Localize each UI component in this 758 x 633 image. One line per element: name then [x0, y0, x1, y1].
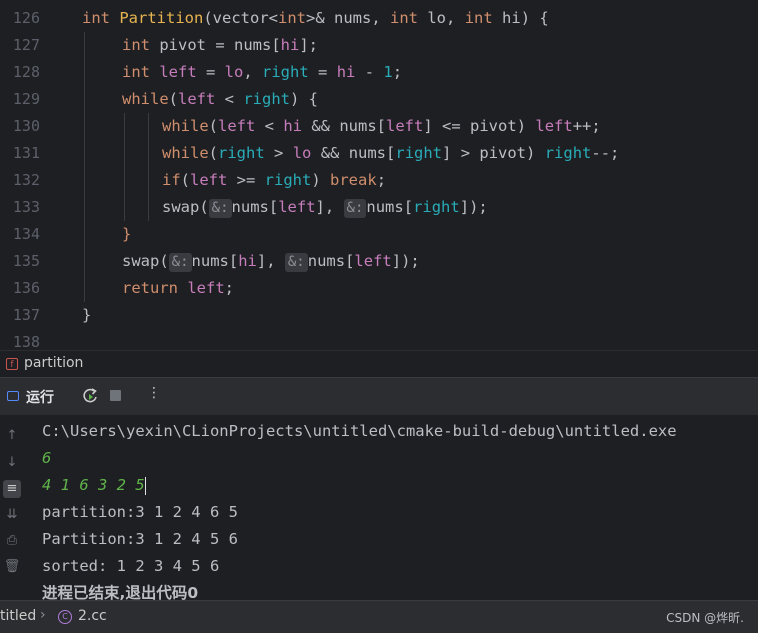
line-number: 134: [12, 225, 40, 243]
run-window-icon: [7, 391, 19, 401]
indent-guide: [84, 32, 85, 302]
line-number: 130: [12, 117, 40, 135]
line-number: 128: [12, 63, 40, 81]
trash-icon[interactable]: 🗑: [3, 558, 21, 576]
line-number: 129: [12, 90, 40, 108]
status-bar: titled › C 2.cc CSDN @烨昕.: [0, 600, 758, 633]
line-number: 126: [12, 9, 40, 27]
function-icon: f: [6, 358, 18, 370]
code-line[interactable]: if(left >= right) break;: [162, 167, 386, 194]
code-line[interactable]: return left;: [122, 275, 234, 302]
line-number: 138: [12, 333, 40, 350]
more-options-icon[interactable]: ⋮: [147, 385, 161, 401]
console-line-path: C:\Users\yexin\CLionProjects\untitled\cm…: [42, 422, 677, 440]
code-line[interactable]: while(right > lo && nums[right] > pivot)…: [162, 140, 619, 167]
breadcrumb-separator: ›: [40, 607, 46, 623]
code-line[interactable]: swap(&: nums[left], &: nums[right]);: [162, 194, 488, 221]
code-line[interactable]: int pivot = nums[hi];: [122, 32, 318, 59]
code-line[interactable]: while(left < right) {: [122, 86, 318, 113]
arrow-down-icon[interactable]: ↓: [3, 454, 21, 472]
run-tool-window-header: 运行 ⋮: [0, 377, 758, 416]
run-console[interactable]: ↑ ↓ ≡ ⇊ ⎙ 🗑 C:\Users\yexin\CLionProjects…: [0, 415, 758, 600]
console-line-output: Partition:3 1 2 4 5 6: [42, 530, 238, 548]
soft-wrap-icon[interactable]: ≡: [3, 480, 21, 498]
console-line-exit: 进程已结束,退出代码0: [42, 584, 199, 600]
parameter-hint: &:: [343, 199, 367, 218]
line-number: 136: [12, 279, 40, 297]
scroll-to-end-icon[interactable]: ⇊: [3, 506, 21, 524]
code-line[interactable]: }: [122, 221, 131, 248]
console-line-input: 4 1 6 3 2 5: [42, 476, 147, 495]
code-line[interactable]: int left = lo, right = hi - 1;: [122, 59, 402, 86]
breadcrumb[interactable]: f partition: [0, 350, 758, 378]
code-line[interactable]: swap(&: nums[hi], &: nums[left]);: [122, 248, 420, 275]
project-breadcrumb[interactable]: titled: [0, 608, 36, 624]
console-line-input: 6: [42, 449, 52, 467]
run-tab-label[interactable]: 运行: [26, 387, 54, 407]
line-number-gutter: 126 127 128 129 130 131 132 133 134 135 …: [0, 0, 66, 350]
code-line[interactable]: }: [82, 302, 91, 329]
parameter-hint: &:: [284, 253, 308, 272]
indent-guide: [148, 113, 149, 221]
rerun-icon[interactable]: [80, 386, 100, 406]
console-toolbar: ↑ ↓ ≡ ⇊ ⎙ 🗑: [0, 415, 24, 600]
line-number: 133: [12, 198, 40, 216]
line-number: 137: [12, 306, 40, 324]
text-caret: [144, 476, 147, 495]
console-line-output: sorted: 1 2 3 4 5 6: [42, 557, 220, 575]
code-editor[interactable]: 126 127 128 129 130 131 132 133 134 135 …: [0, 0, 758, 350]
indent-guide: [124, 113, 125, 221]
stop-icon[interactable]: [110, 390, 121, 401]
parameter-hint: &:: [208, 199, 232, 218]
line-number: 131: [12, 144, 40, 162]
arrow-up-icon[interactable]: ↑: [3, 427, 21, 445]
code-line[interactable]: int Partition(vector<int>& nums, int lo,…: [82, 5, 549, 32]
breadcrumb-function-name[interactable]: partition: [24, 355, 83, 371]
watermark: CSDN @烨昕.: [666, 611, 744, 625]
parameter-hint: &:: [168, 253, 192, 272]
console-line-output: partition:3 1 2 4 6 5: [42, 503, 238, 521]
print-icon[interactable]: ⎙: [3, 532, 21, 550]
line-number: 135: [12, 252, 40, 270]
file-breadcrumb[interactable]: 2.cc: [78, 608, 107, 624]
line-number: 132: [12, 171, 40, 189]
code-line[interactable]: while(left < hi && nums[left] <= pivot) …: [162, 113, 601, 140]
cpp-file-icon: C: [58, 610, 72, 624]
line-number: 127: [12, 36, 40, 54]
